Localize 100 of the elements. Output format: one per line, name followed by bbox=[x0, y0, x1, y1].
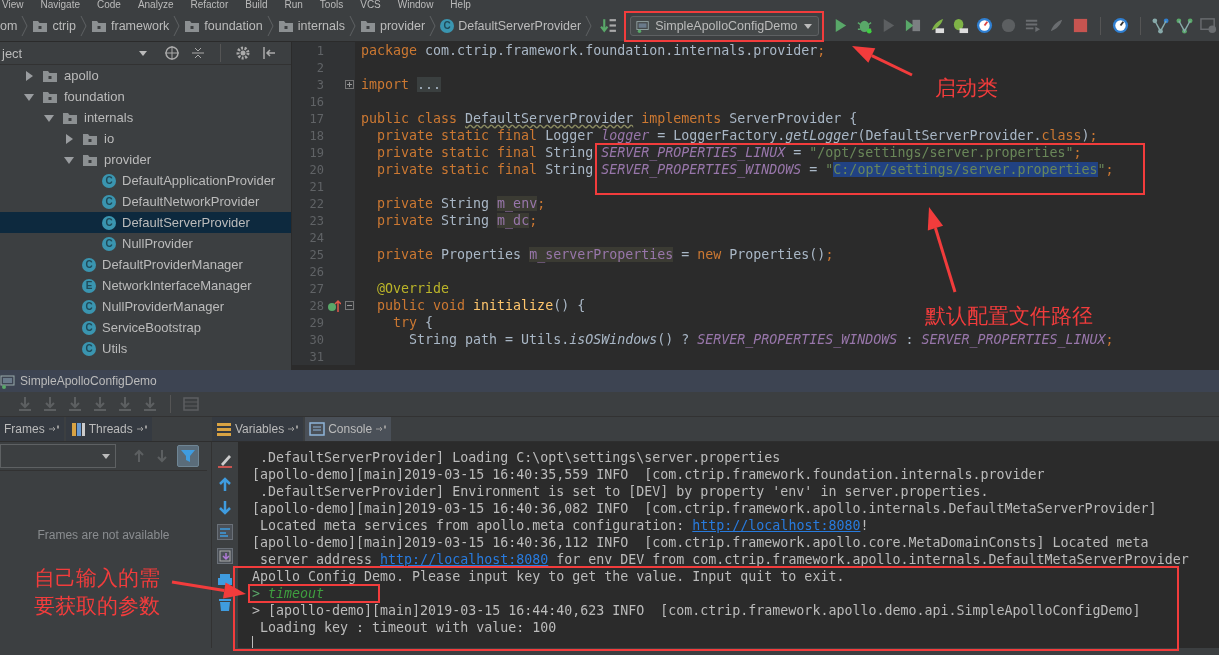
tree-item[interactable]: C DefaultProviderManager bbox=[0, 254, 291, 275]
code-line: package com.ctrip.framework.foundation.internals.provider; bbox=[361, 43, 826, 58]
window-icon[interactable] bbox=[1199, 17, 1217, 34]
list-icon[interactable] bbox=[1023, 17, 1041, 34]
window-icon bbox=[636, 18, 651, 33]
console-icon bbox=[309, 421, 326, 437]
scroll-end-icon[interactable] bbox=[217, 548, 233, 564]
chevron-icon bbox=[585, 14, 593, 37]
tree-item[interactable]: C DefaultServerProvider bbox=[0, 212, 291, 233]
branch-icon[interactable] bbox=[1151, 17, 1169, 34]
class-icon: C bbox=[102, 194, 116, 209]
code-line: String path = Utils.isOSWindows() ? SERVER_PROPERTIES_WINDOWS : SERVER_PROPERTIES_LINUX; bbox=[408, 332, 1114, 347]
menu-item[interactable]: Build bbox=[245, 0, 268, 10]
breadcrumb[interactable]: internals bbox=[277, 17, 345, 34]
menu-item[interactable]: Analyze bbox=[137, 0, 174, 10]
tree-item[interactable]: foundation bbox=[0, 86, 291, 107]
menu-item[interactable]: Help bbox=[450, 0, 471, 10]
class-icon: C bbox=[82, 299, 96, 314]
tab[interactable]: Threads bbox=[65, 417, 152, 441]
gear-icon[interactable] bbox=[235, 45, 251, 61]
clear-icon[interactable] bbox=[217, 452, 233, 468]
menu-item[interactable]: VCS bbox=[360, 0, 381, 10]
tree-item[interactable]: C NullProvider bbox=[0, 233, 291, 254]
console-line: > [apollo-demo][main]2019-03-15 16:44:40,623 INFO [com.ctrip.framework.apollo.demo.api.SimpleApolloConfigDemo] bbox=[252, 602, 1141, 619]
class-icon: C bbox=[102, 173, 116, 188]
tree-item[interactable]: C Utils bbox=[0, 338, 291, 359]
tree-item[interactable]: E NetworkInterfaceManager bbox=[0, 275, 291, 296]
tree-item[interactable]: internals bbox=[0, 107, 291, 128]
breadcrumb[interactable]: om bbox=[0, 18, 18, 33]
collapse-icon[interactable] bbox=[190, 45, 206, 61]
override-icon[interactable] bbox=[327, 298, 341, 313]
pin-icon bbox=[287, 424, 300, 434]
tree-item[interactable]: C DefaultApplicationProvider bbox=[0, 170, 291, 191]
console-line: [apollo-demo][main]2019-03-15 16:40:36,082 INFO [com.ctrip.framework.apollo.internals.DefaultMetaServerProvider] bbox=[252, 500, 1157, 517]
annotation-label: 启动类 bbox=[935, 75, 998, 102]
tree-item[interactable]: io bbox=[0, 128, 291, 149]
up-arrow-icon[interactable] bbox=[217, 476, 233, 492]
code-line: private String m_env; bbox=[376, 196, 546, 211]
console-line: [apollo-demo][main]2019-03-15 16:40:36,112 INFO [com.ctrip.framework.apollo.core.MetaDomainConsts] Located meta bbox=[252, 534, 1149, 551]
gauge-icon[interactable] bbox=[1111, 17, 1129, 34]
code-line: private static final Logger logger = LoggerFactory.getLogger(DefaultServerProvider.class); bbox=[376, 128, 1098, 143]
hide-icon[interactable] bbox=[261, 45, 277, 61]
console-line: .DefaultServerProvider] Environment is set to [DEV] by property 'env' in server.properties. bbox=[259, 483, 989, 500]
tab[interactable]: Console bbox=[305, 417, 392, 441]
fold-icon[interactable] bbox=[345, 80, 354, 89]
breadcrumb[interactable]: ctrip bbox=[32, 17, 76, 34]
tree-item[interactable]: C ServiceBootstrap bbox=[0, 317, 291, 338]
pin-icon bbox=[47, 424, 60, 434]
console-line: [apollo-demo][main]2019-03-15 16:40:35,559 INFO [com.ctrip.framework.foundation.internals.provider bbox=[252, 466, 1045, 483]
tool-window-title: SimpleApolloConfigDemo bbox=[20, 374, 157, 388]
menu-item[interactable]: Tools bbox=[319, 0, 344, 10]
console-line: .DefaultServerProvider] Loading C:\opt\settings\server.properties bbox=[259, 449, 781, 466]
menu-item[interactable]: Navigate bbox=[40, 0, 80, 10]
breadcrumb[interactable]: C DefaultServerProvider bbox=[440, 18, 582, 33]
chevron-icon bbox=[80, 14, 87, 37]
tree-item[interactable]: apollo bbox=[0, 65, 291, 86]
tab[interactable]: Frames bbox=[0, 417, 64, 441]
breadcrumb[interactable]: framework bbox=[91, 17, 170, 34]
class-icon: C bbox=[440, 18, 455, 33]
menu-item[interactable]: Refactor bbox=[190, 0, 229, 10]
code-line: try { bbox=[392, 315, 434, 330]
wrap-icon[interactable] bbox=[217, 524, 233, 540]
console-line: server address http://localhost:8080 for env DEV from com.ctrip.framework.apollo.internals.DefaultMetaServerProvider bbox=[259, 551, 1189, 568]
menu-item[interactable]: Code bbox=[96, 0, 121, 10]
console-line: Loading key : timeout with value: 100 bbox=[259, 619, 557, 636]
chevron-icon bbox=[429, 14, 437, 37]
gauge-icon[interactable] bbox=[975, 17, 993, 34]
tree-item[interactable]: C NullProviderManager bbox=[0, 296, 291, 317]
tab[interactable]: Variables bbox=[212, 417, 304, 441]
branch-icon[interactable] bbox=[1175, 17, 1193, 34]
filter-icon bbox=[180, 448, 196, 464]
menu-item[interactable]: View bbox=[2, 0, 24, 10]
chevron-icon bbox=[266, 14, 274, 37]
down-arrow-icon[interactable] bbox=[217, 500, 233, 516]
window-icon bbox=[0, 373, 16, 389]
code-line: @Override bbox=[376, 281, 450, 296]
chevron-icon bbox=[349, 14, 356, 37]
stop-icon[interactable] bbox=[1071, 17, 1089, 34]
print-icon[interactable] bbox=[217, 572, 233, 588]
panel-title[interactable]: ject bbox=[0, 45, 132, 61]
fold-icon[interactable] bbox=[345, 301, 354, 310]
coverage-icon[interactable] bbox=[903, 17, 921, 34]
breadcrumb[interactable]: foundation bbox=[184, 17, 263, 34]
link[interactable]: http://localhost:8080 bbox=[692, 518, 861, 533]
caret-icon[interactable] bbox=[138, 48, 148, 58]
run-configuration-dropdown[interactable]: SimpleApolloConfigDemo bbox=[630, 15, 819, 36]
class-icon: C bbox=[102, 215, 116, 230]
breadcrumb[interactable]: provider bbox=[360, 17, 426, 34]
class-icon: C bbox=[82, 320, 96, 335]
link[interactable]: http://localhost:8080 bbox=[380, 552, 549, 567]
trash-icon[interactable] bbox=[217, 596, 233, 612]
tree-item[interactable]: C DefaultNetworkProvider bbox=[0, 191, 291, 212]
annotation-label: 默认配置文件路径 bbox=[925, 303, 1093, 330]
menu-item[interactable]: Window bbox=[397, 0, 434, 10]
menu-item[interactable]: Run bbox=[284, 0, 303, 10]
sort-icon[interactable] bbox=[600, 17, 618, 34]
target-icon[interactable] bbox=[164, 45, 180, 61]
pin-icon bbox=[135, 424, 148, 434]
empty-message: Frames are not available bbox=[36, 528, 171, 542]
tree-item[interactable]: provider bbox=[0, 149, 291, 170]
